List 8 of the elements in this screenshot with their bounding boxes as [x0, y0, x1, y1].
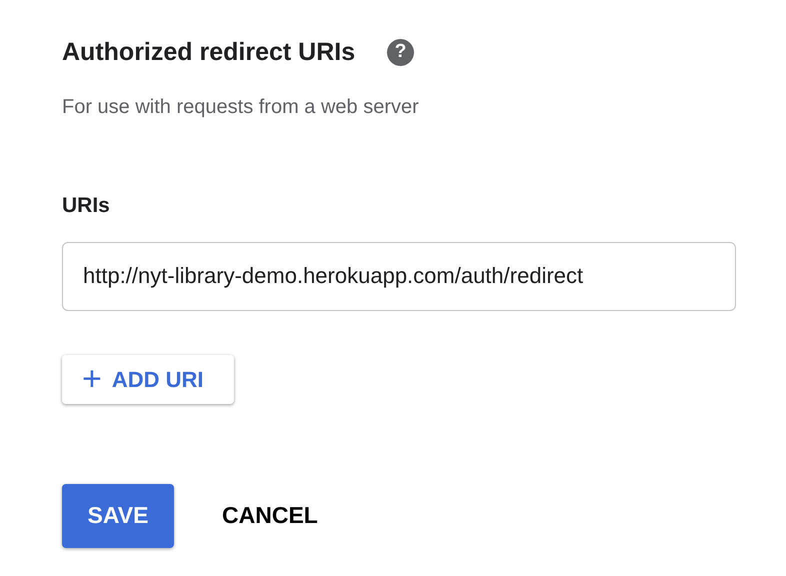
section-subtitle: For use with requests from a web server — [62, 95, 420, 120]
cancel-button[interactable]: CANCEL — [222, 484, 318, 548]
help-icon[interactable]: ? — [387, 38, 414, 66]
field-label: URIs — [62, 193, 111, 219]
uri-input-field[interactable]: http://nyt-library-demo.herokuapp.com/auth/redirect — [62, 242, 736, 310]
save-button[interactable]: SAVE — [62, 484, 174, 548]
section-title: Authorized redirect URIs — [62, 37, 356, 68]
add-uri-button[interactable]: + ADD URI — [62, 354, 234, 404]
